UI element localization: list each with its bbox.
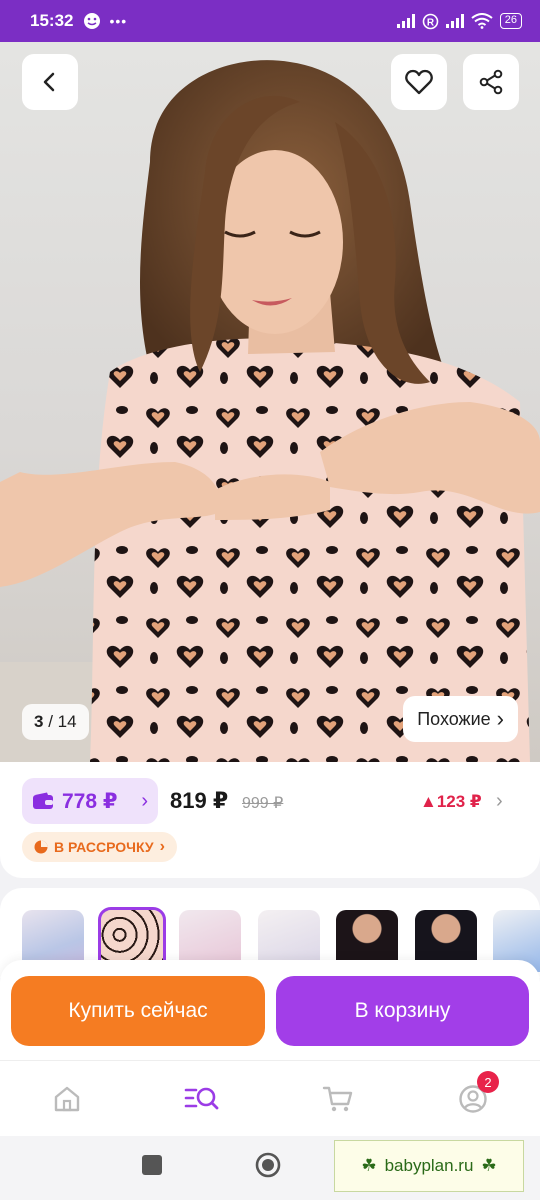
share-icon bbox=[479, 69, 503, 95]
similar-button[interactable]: Похожие › bbox=[403, 696, 518, 742]
emoji-notification-icon bbox=[84, 13, 101, 29]
gallery-separator: / bbox=[43, 712, 58, 731]
wallet-price: 778 ₽ bbox=[62, 789, 118, 813]
signal-2-icon bbox=[445, 14, 464, 28]
clover-icon: ☘ bbox=[361, 1156, 377, 1175]
home-system-button[interactable] bbox=[255, 1152, 281, 1183]
watermark: ☘ babyplan.ru ☘ bbox=[334, 1140, 524, 1192]
gallery-total: 14 bbox=[57, 712, 77, 731]
chevron-right-icon: › bbox=[141, 789, 148, 812]
search-catalog-icon bbox=[184, 1087, 219, 1110]
chevron-right-icon: › bbox=[159, 838, 165, 855]
similar-label: Похожие bbox=[417, 708, 491, 729]
roaming-icon: R bbox=[422, 13, 439, 29]
heart-icon bbox=[405, 69, 433, 95]
square-icon bbox=[142, 1155, 162, 1175]
price-change[interactable]: ▲123 ₽ bbox=[420, 792, 482, 812]
gallery-counter: 3 / 14 bbox=[22, 704, 89, 740]
battery-indicator: 26 bbox=[499, 13, 522, 29]
pie-chart-icon bbox=[34, 840, 48, 854]
circle-icon bbox=[255, 1152, 281, 1178]
bottom-navigation: 2 bbox=[0, 1060, 540, 1136]
watermark-text: babyplan.ru bbox=[384, 1156, 474, 1175]
status-time: 15:32 bbox=[30, 11, 74, 30]
wifi-icon bbox=[471, 13, 493, 29]
signal-icon bbox=[396, 14, 415, 28]
nav-home[interactable] bbox=[47, 1079, 87, 1119]
profile-badge: 2 bbox=[477, 1071, 499, 1093]
wallet-price-chip[interactable]: 778 ₽ › bbox=[22, 778, 158, 824]
chevron-right-icon[interactable]: › bbox=[496, 790, 503, 813]
home-icon bbox=[54, 1086, 80, 1112]
cart-icon bbox=[322, 1086, 353, 1112]
old-price: 999 ₽ bbox=[242, 795, 284, 812]
favorite-button[interactable] bbox=[391, 54, 447, 110]
installment-label: В РАССРОЧКУ bbox=[54, 839, 154, 855]
nav-catalog[interactable] bbox=[182, 1079, 222, 1119]
buy-now-button[interactable]: Купить сейчас bbox=[11, 976, 265, 1046]
nav-profile[interactable]: 2 bbox=[453, 1071, 499, 1119]
back-button[interactable] bbox=[22, 54, 78, 110]
gallery-current: 3 bbox=[34, 712, 44, 731]
installment-badge[interactable]: В РАССРОЧКУ › bbox=[22, 832, 177, 862]
current-price: 819 ₽ bbox=[170, 788, 229, 813]
share-button[interactable] bbox=[463, 54, 519, 110]
clover-icon: ☘ bbox=[481, 1156, 497, 1175]
svg-text:R: R bbox=[427, 17, 435, 28]
wallet-icon bbox=[33, 792, 53, 809]
add-to-cart-button[interactable]: В корзину bbox=[276, 976, 529, 1046]
product-photo bbox=[0, 60, 540, 762]
purchase-actions: Купить сейчас В корзину bbox=[0, 960, 540, 1060]
more-notifications-icon: ••• bbox=[109, 13, 128, 29]
product-gallery[interactable]: 3 / 14 Похожие › bbox=[0, 42, 540, 762]
chevron-right-icon: › bbox=[496, 706, 504, 731]
nav-cart[interactable] bbox=[318, 1079, 358, 1119]
recent-apps-button[interactable] bbox=[141, 1154, 163, 1181]
status-bar: 15:32 ••• R 26 bbox=[0, 0, 540, 42]
price-card: 778 ₽ › 819 ₽ 999 ₽ ▲123 ₽ › В РАССРОЧКУ… bbox=[0, 762, 540, 878]
chevron-left-icon bbox=[43, 72, 55, 92]
